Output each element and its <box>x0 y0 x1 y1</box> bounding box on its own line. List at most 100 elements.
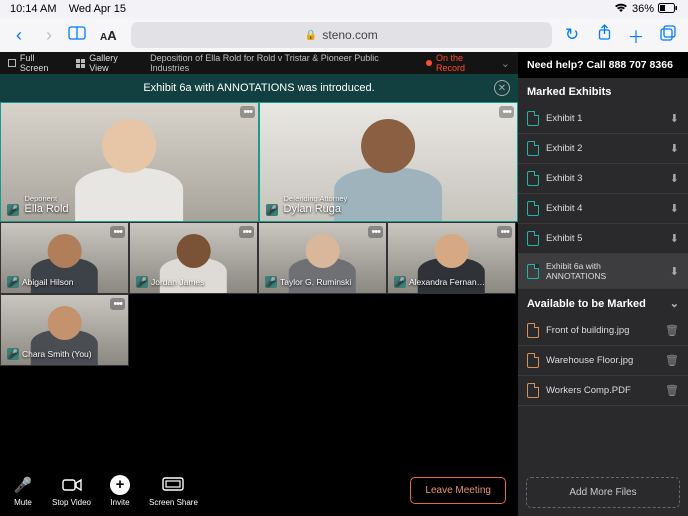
exhibit-row[interactable]: Exhibit 1 ⬇ <box>518 104 688 134</box>
tile-menu-icon[interactable]: ••• <box>499 106 514 118</box>
download-icon[interactable]: ⬇ <box>670 172 679 185</box>
record-dot-icon <box>426 60 432 66</box>
tile-menu-icon[interactable]: ••• <box>240 106 255 118</box>
tile-menu-icon[interactable]: ••• <box>239 226 254 238</box>
tile-menu-icon[interactable]: ••• <box>110 298 125 310</box>
stage-toolbar: Full Screen Gallery View Deposition of E… <box>0 52 518 74</box>
download-icon[interactable]: ⬇ <box>670 232 679 245</box>
trash-icon[interactable]: 🗑 <box>665 354 679 367</box>
exhibit-label: Exhibit 6a with ANNOTATIONS <box>546 261 663 281</box>
exhibit-row[interactable]: Exhibit 4 ⬇ <box>518 194 688 224</box>
meeting-controls: 🎤 Mute Stop Video + Invite Screen Share … <box>0 464 518 516</box>
exhibit-row[interactable]: Exhibit 3 ⬇ <box>518 164 688 194</box>
mute-button[interactable]: 🎤 Mute <box>12 474 34 507</box>
invite-button[interactable]: + Invite <box>109 474 131 507</box>
screen-icon <box>162 474 184 496</box>
case-title: Deposition of Ella Rold for Rold v Trist… <box>150 53 414 73</box>
file-label: Workers Comp.PDF <box>546 385 631 396</box>
chevron-down-icon[interactable]: ⌄ <box>501 57 510 70</box>
exhibit-label: Exhibit 2 <box>546 143 582 154</box>
participant-name: Chara Smith (You) <box>22 349 92 359</box>
document-icon <box>527 383 539 398</box>
participant-role: Deponent <box>25 195 69 204</box>
tabs-button[interactable] <box>656 25 680 46</box>
mic-icon: 🎤 <box>136 276 148 288</box>
trash-icon[interactable]: 🗑 <box>665 384 679 397</box>
mic-icon: 🎤 <box>7 348 19 360</box>
available-title[interactable]: Available to be Marked ⌄ <box>518 289 688 316</box>
reload-button[interactable]: ↻ <box>560 25 584 45</box>
available-file-row[interactable]: Workers Comp.PDF 🗑 <box>518 376 688 406</box>
text-size-button[interactable]: AA <box>94 28 123 43</box>
back-button[interactable]: ‹ <box>8 25 30 46</box>
bookmarks-icon[interactable] <box>68 26 86 45</box>
video-stage: Full Screen Gallery View Deposition of E… <box>0 52 518 516</box>
gallery-view-button[interactable]: Gallery View <box>76 53 138 73</box>
video-tile-main[interactable]: ••• 🎤 Defending Attorney Dylan Ruga <box>259 102 518 222</box>
mic-icon: 🎤 <box>394 276 406 288</box>
document-icon <box>527 323 539 338</box>
new-tab-button[interactable]: ＋ <box>624 23 648 48</box>
screen-share-button[interactable]: Screen Share <box>149 474 198 507</box>
file-label: Warehouse Floor.jpg <box>546 355 633 366</box>
document-icon <box>527 111 539 126</box>
mic-icon: 🎤 <box>7 276 19 288</box>
video-tile-thumb[interactable]: ••• 🎤Abigail Hilson <box>0 222 129 294</box>
exhibit-label: Exhibit 4 <box>546 203 582 214</box>
tile-menu-icon[interactable]: ••• <box>368 226 383 238</box>
video-tile-thumb[interactable]: ••• 🎤Jordan James <box>129 222 258 294</box>
tile-menu-icon[interactable]: ••• <box>497 226 512 238</box>
mic-icon: 🎤 <box>7 204 19 216</box>
participant-name: Jordan James <box>151 277 204 287</box>
download-icon[interactable]: ⬇ <box>670 202 679 215</box>
participant-name: Dylan Ruga <box>284 203 341 215</box>
video-tile-thumb[interactable]: ••• 🎤Alexandra Fernan… <box>387 222 516 294</box>
document-icon <box>527 264 539 279</box>
forward-button[interactable]: › <box>38 25 60 46</box>
video-tile-main[interactable]: ••• 🎤 Deponent Ella Rold <box>0 102 259 222</box>
help-banner: Need help? Call 888 707 8366 <box>518 52 688 78</box>
trash-icon[interactable]: 🗑 <box>665 324 679 337</box>
available-file-row[interactable]: Warehouse Floor.jpg 🗑 <box>518 346 688 376</box>
document-icon <box>527 353 539 368</box>
add-files-button[interactable]: Add More Files <box>526 477 680 508</box>
record-status: On the Record ⌄ <box>426 53 510 73</box>
share-button[interactable] <box>592 24 616 46</box>
participant-name: Alexandra Fernan… <box>409 277 485 287</box>
tile-menu-icon[interactable]: ••• <box>110 226 125 238</box>
download-icon[interactable]: ⬇ <box>670 142 679 155</box>
download-icon[interactable]: ⬇ <box>670 112 679 125</box>
document-icon <box>527 201 539 216</box>
close-icon[interactable]: ✕ <box>494 80 510 96</box>
mic-icon: 🎤 <box>265 276 277 288</box>
document-icon <box>527 231 539 246</box>
camera-icon <box>61 474 83 496</box>
available-file-row[interactable]: Front of building.jpg 🗑 <box>518 316 688 346</box>
status-time: 10:14 AM <box>10 3 56 15</box>
status-date: Wed Apr 15 <box>69 3 126 15</box>
fullscreen-icon <box>8 59 16 67</box>
video-tile-thumb[interactable]: ••• 🎤Taylor G. Ruminski <box>258 222 387 294</box>
participant-name: Abigail Hilson <box>22 277 74 287</box>
mic-icon: 🎤 <box>12 474 34 496</box>
video-tile-thumb[interactable]: ••• 🎤Chara Smith (You) <box>0 294 129 366</box>
ipad-status-bar: 10:14 AM Wed Apr 15 36% <box>0 0 688 18</box>
url-bar[interactable]: 🔒 steno.com <box>131 22 552 48</box>
exhibit-row[interactable]: Exhibit 5 ⬇ <box>518 224 688 254</box>
stop-video-button[interactable]: Stop Video <box>52 474 91 507</box>
leave-meeting-button[interactable]: Leave Meeting <box>410 477 506 504</box>
safari-toolbar: ‹ › AA 🔒 steno.com ↻ ＋ <box>0 18 688 52</box>
document-icon <box>527 141 539 156</box>
video-grid: ••• 🎤 Deponent Ella Rold ••• 🎤 <box>0 102 518 464</box>
download-icon[interactable]: ⬇ <box>670 265 679 278</box>
participant-name: Taylor G. Ruminski <box>280 277 351 287</box>
battery-percent: 36% <box>632 3 654 15</box>
exhibit-row[interactable]: Exhibit 2 ⬇ <box>518 134 688 164</box>
fullscreen-button[interactable]: Full Screen <box>8 53 64 73</box>
exhibit-row[interactable]: Exhibit 6a with ANNOTATIONS ⬇ <box>518 254 688 289</box>
participant-name: Ella Rold <box>25 203 69 215</box>
participant-role: Defending Attorney <box>284 195 348 204</box>
chevron-down-icon: ⌄ <box>670 297 679 310</box>
gallery-label: Gallery View <box>89 53 138 73</box>
battery-icon <box>658 3 678 16</box>
